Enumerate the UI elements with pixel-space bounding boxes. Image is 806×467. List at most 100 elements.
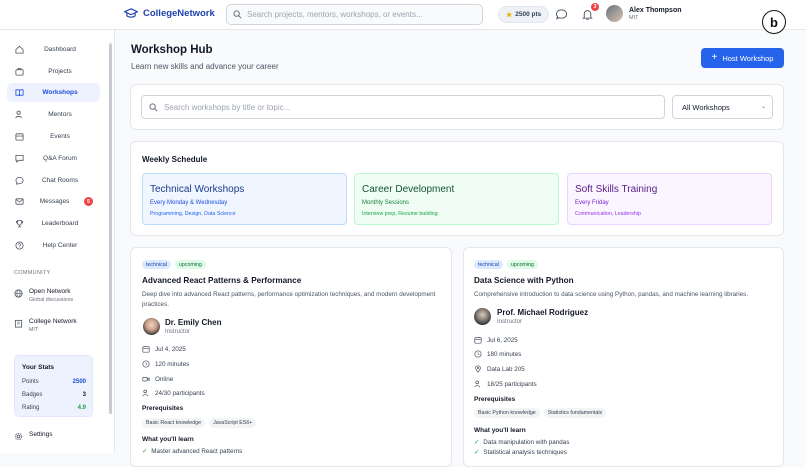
points-value: 2500 pts bbox=[515, 11, 542, 18]
sidebar-item-label: Help Center bbox=[42, 242, 78, 249]
schedule-when: Monthly Sessions bbox=[362, 200, 410, 206]
map-pin-icon bbox=[475, 365, 481, 373]
instructor-role: Instructor bbox=[165, 329, 191, 335]
prerequisite-chip: Basic Python knowledge bbox=[474, 408, 540, 418]
date-text: Jul 6, 2025 bbox=[487, 336, 518, 344]
messages-count-badge: 5 bbox=[84, 197, 93, 206]
sidebar-item-qa-forum[interactable]: Q&A Forum bbox=[7, 149, 100, 168]
sidebar-item-workshops[interactable]: Workshops bbox=[7, 83, 100, 102]
weekly-schedule-title: Weekly Schedule bbox=[142, 155, 208, 164]
schedule-topics: Programming, Design, Data Science bbox=[150, 211, 236, 217]
learn-heading: What you'll learn bbox=[142, 436, 194, 443]
globe-icon bbox=[14, 289, 23, 298]
schedule-when: Every Monday & Wednesday bbox=[150, 200, 228, 206]
status-tag: upcoming bbox=[506, 260, 538, 269]
clock-icon bbox=[474, 350, 482, 358]
users-icon bbox=[474, 380, 480, 388]
chat-icon[interactable] bbox=[555, 8, 568, 21]
community-heading: COMMUNITY bbox=[14, 270, 51, 276]
schedule-title: Soft Skills Training bbox=[575, 184, 658, 195]
community-sub: MIT bbox=[29, 327, 39, 333]
workshop-location: Online bbox=[142, 375, 173, 383]
chevron-down-icon: ⌄ bbox=[760, 104, 766, 110]
search-placeholder: Search workshops by title or topic... bbox=[164, 102, 291, 112]
filter-value: All Workshops bbox=[682, 102, 730, 112]
sidebar-item-label: Mentors bbox=[48, 111, 72, 118]
sidebar-item-label: Events bbox=[50, 133, 70, 140]
sidebar-item-help-center[interactable]: Help Center bbox=[7, 236, 100, 255]
prerequisites-heading: Prerequisites bbox=[142, 405, 184, 412]
duration-text: 120 minutes bbox=[155, 360, 190, 368]
search-icon bbox=[149, 102, 158, 111]
schedule-soft-skills[interactable]: Soft Skills Training Every Friday Commun… bbox=[567, 173, 772, 225]
schedule-technical[interactable]: Technical Workshops Every Monday & Wedne… bbox=[142, 173, 347, 225]
plus-icon: + bbox=[711, 52, 718, 63]
workshop-tags: technical upcoming bbox=[474, 260, 538, 269]
workshop-filter-select[interactable]: All Workshops ⌄ bbox=[672, 95, 773, 119]
prerequisite-chip: JavaScript ES6+ bbox=[209, 418, 257, 428]
stat-value: 3 bbox=[82, 392, 86, 398]
schedule-topics: Interview prep, Resume building bbox=[362, 211, 438, 217]
sidebar-item-mentors[interactable]: Mentors bbox=[7, 105, 100, 124]
user-menu[interactable]: Alex Thompson MIT bbox=[606, 5, 682, 22]
learn-text: Data manipulation with pandas bbox=[483, 439, 570, 446]
learn-item: ✓ Master advanced React patterns bbox=[142, 448, 242, 455]
search-placeholder: Search projects, mentors, workshops, or … bbox=[247, 10, 423, 19]
sidebar-scrollbar[interactable] bbox=[109, 44, 112, 414]
user-avatar bbox=[606, 5, 623, 22]
points-badge[interactable]: ★ 2500 pts bbox=[498, 6, 550, 23]
sidebar-item-events[interactable]: Events bbox=[7, 127, 100, 146]
host-workshop-button[interactable]: + Host Workshop bbox=[701, 48, 784, 68]
gear-icon bbox=[14, 432, 23, 441]
workshop-location: Data Lab 205 bbox=[474, 365, 525, 373]
community-name: Open Network bbox=[29, 288, 71, 295]
community-sub: Global discussions bbox=[29, 297, 74, 303]
workshop-tags: technical upcoming bbox=[142, 260, 206, 269]
instructor-avatar bbox=[474, 308, 491, 325]
graduation-cap-icon bbox=[124, 8, 138, 18]
schedule-career[interactable]: Career Development Monthly Sessions Inte… bbox=[354, 173, 559, 225]
schedule-title: Technical Workshops bbox=[150, 184, 245, 195]
app-logo[interactable]: CollegeNetwork bbox=[124, 8, 215, 19]
sidebar-item-chat-rooms[interactable]: Chat Rooms bbox=[7, 171, 100, 190]
user-school: MIT bbox=[629, 14, 639, 21]
stat-row-badges: Badges 3 bbox=[22, 392, 86, 398]
app-name: CollegeNetwork bbox=[143, 8, 215, 19]
stat-row-rating: Rating 4.9 bbox=[22, 405, 86, 411]
user-name: Alex Thompson bbox=[629, 6, 682, 14]
calendar-icon bbox=[474, 337, 482, 344]
participants-text: 18/25 participants bbox=[487, 380, 537, 388]
workshop-title: Advanced React Patterns & Performance bbox=[142, 276, 302, 285]
prerequisites-list: Basic Python knowledge Statistics fundam… bbox=[474, 408, 607, 418]
status-tag: upcoming bbox=[174, 260, 206, 269]
sidebar-item-label: Leaderboard bbox=[41, 220, 79, 227]
instructor-avatar bbox=[143, 318, 160, 335]
stat-label: Points bbox=[22, 379, 39, 385]
sidebar-item-messages[interactable]: Messages 5 bbox=[7, 192, 100, 211]
date-text: Jul 4, 2025 bbox=[155, 345, 186, 353]
clock-icon bbox=[142, 360, 150, 368]
workshop-date: Jul 4, 2025 bbox=[142, 345, 186, 353]
sidebar-item-dashboard[interactable]: Dashboard bbox=[7, 40, 100, 59]
sidebar-item-label: Dashboard bbox=[44, 46, 76, 53]
duration-text: 180 minutes bbox=[487, 350, 522, 358]
sidebar-item-projects[interactable]: Projects bbox=[7, 62, 100, 81]
workshop-title: Data Science with Python bbox=[474, 276, 574, 285]
workshop-description: Deep dive into advanced React patterns, … bbox=[142, 291, 436, 308]
workshop-search-input[interactable]: Search workshops by title or topic... bbox=[141, 95, 665, 119]
sidebar-item-leaderboard[interactable]: Leaderboard bbox=[7, 214, 100, 233]
learn-item: ✓ Data manipulation with pandas bbox=[474, 439, 569, 446]
search-icon bbox=[233, 10, 242, 19]
instructor-role: Instructor bbox=[497, 319, 523, 325]
brand-badge: b bbox=[762, 10, 786, 34]
global-search-input[interactable]: Search projects, mentors, workshops, or … bbox=[226, 4, 483, 25]
page-title: Workshop Hub bbox=[131, 44, 213, 56]
prerequisite-chip: Basic React knowledge bbox=[142, 418, 206, 428]
stats-title: Your Stats bbox=[22, 364, 55, 371]
sidebar-item-label: Q&A Forum bbox=[43, 155, 77, 162]
building-icon bbox=[14, 319, 23, 328]
community-name: College Network bbox=[29, 318, 77, 325]
workshop-participants: 24/30 participants bbox=[142, 389, 205, 397]
prerequisites-heading: Prerequisites bbox=[474, 396, 516, 403]
star-icon: ★ bbox=[506, 11, 513, 19]
